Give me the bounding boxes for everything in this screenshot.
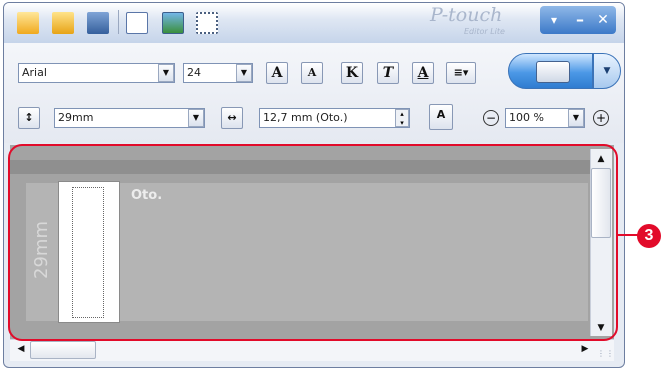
tape-width-dropdown-icon[interactable]: ▼ xyxy=(188,109,204,127)
increase-font-button[interactable]: A xyxy=(266,62,288,84)
alignment-button[interactable]: ≡▾ xyxy=(446,62,476,84)
close-button[interactable]: ✕ xyxy=(593,7,613,33)
italic-button[interactable]: T xyxy=(377,62,399,84)
font-name-select[interactable]: Arial xyxy=(18,63,175,83)
font-size-dropdown-icon[interactable]: ▼ xyxy=(236,64,252,82)
scroll-left-icon[interactable]: ◀ xyxy=(14,344,28,354)
tape-width-icon: ↕ xyxy=(18,107,40,129)
minimize-button[interactable]: – xyxy=(570,7,590,33)
printer-icon xyxy=(536,61,570,83)
print-button[interactable] xyxy=(508,53,593,89)
brand-subtitle: Editor Lite xyxy=(464,27,505,36)
font-name-dropdown-icon[interactable]: ▼ xyxy=(158,64,174,82)
zoom-out-button[interactable]: − xyxy=(483,110,499,126)
horizontal-scrollbar[interactable] xyxy=(10,339,614,361)
align-left-icon: ≡▾ xyxy=(453,66,469,79)
length-spinner[interactable]: ▴ ▾ xyxy=(395,109,409,127)
insert-text-icon[interactable] xyxy=(126,12,148,34)
new-label-icon[interactable] xyxy=(17,12,39,34)
scroll-right-icon[interactable]: ▶ xyxy=(578,344,592,354)
tape-width-select[interactable]: 29mm xyxy=(54,108,205,128)
frame-icon[interactable] xyxy=(196,12,218,34)
text-orientation-button[interactable]: A xyxy=(429,104,453,130)
underline-button[interactable]: A xyxy=(412,62,434,84)
zoom-in-button[interactable]: + xyxy=(593,110,609,126)
menu-dropdown-icon[interactable]: ▾ xyxy=(543,7,565,33)
callout-line xyxy=(618,234,638,236)
decrease-font-button[interactable]: A xyxy=(301,62,323,84)
callout-number: 3 xyxy=(637,224,661,248)
bold-button[interactable]: K xyxy=(341,62,363,84)
toolbar-separator xyxy=(118,10,119,34)
callout-frame xyxy=(8,144,618,341)
label-length-input[interactable]: 12,7 mm (Oto.) xyxy=(259,108,410,128)
brand-name: P-touch xyxy=(430,4,503,26)
open-folder-icon[interactable] xyxy=(52,12,74,34)
brand-logo: P-touch Editor Lite xyxy=(430,4,520,38)
insert-image-icon[interactable] xyxy=(162,12,184,34)
horizontal-scroll-thumb[interactable] xyxy=(30,341,96,359)
label-length-icon: ↔ xyxy=(221,107,243,129)
resize-grip-icon[interactable]: ⋮⋮ xyxy=(597,349,614,361)
zoom-dropdown-icon[interactable]: ▼ xyxy=(568,109,584,127)
save-icon[interactable] xyxy=(87,12,109,34)
